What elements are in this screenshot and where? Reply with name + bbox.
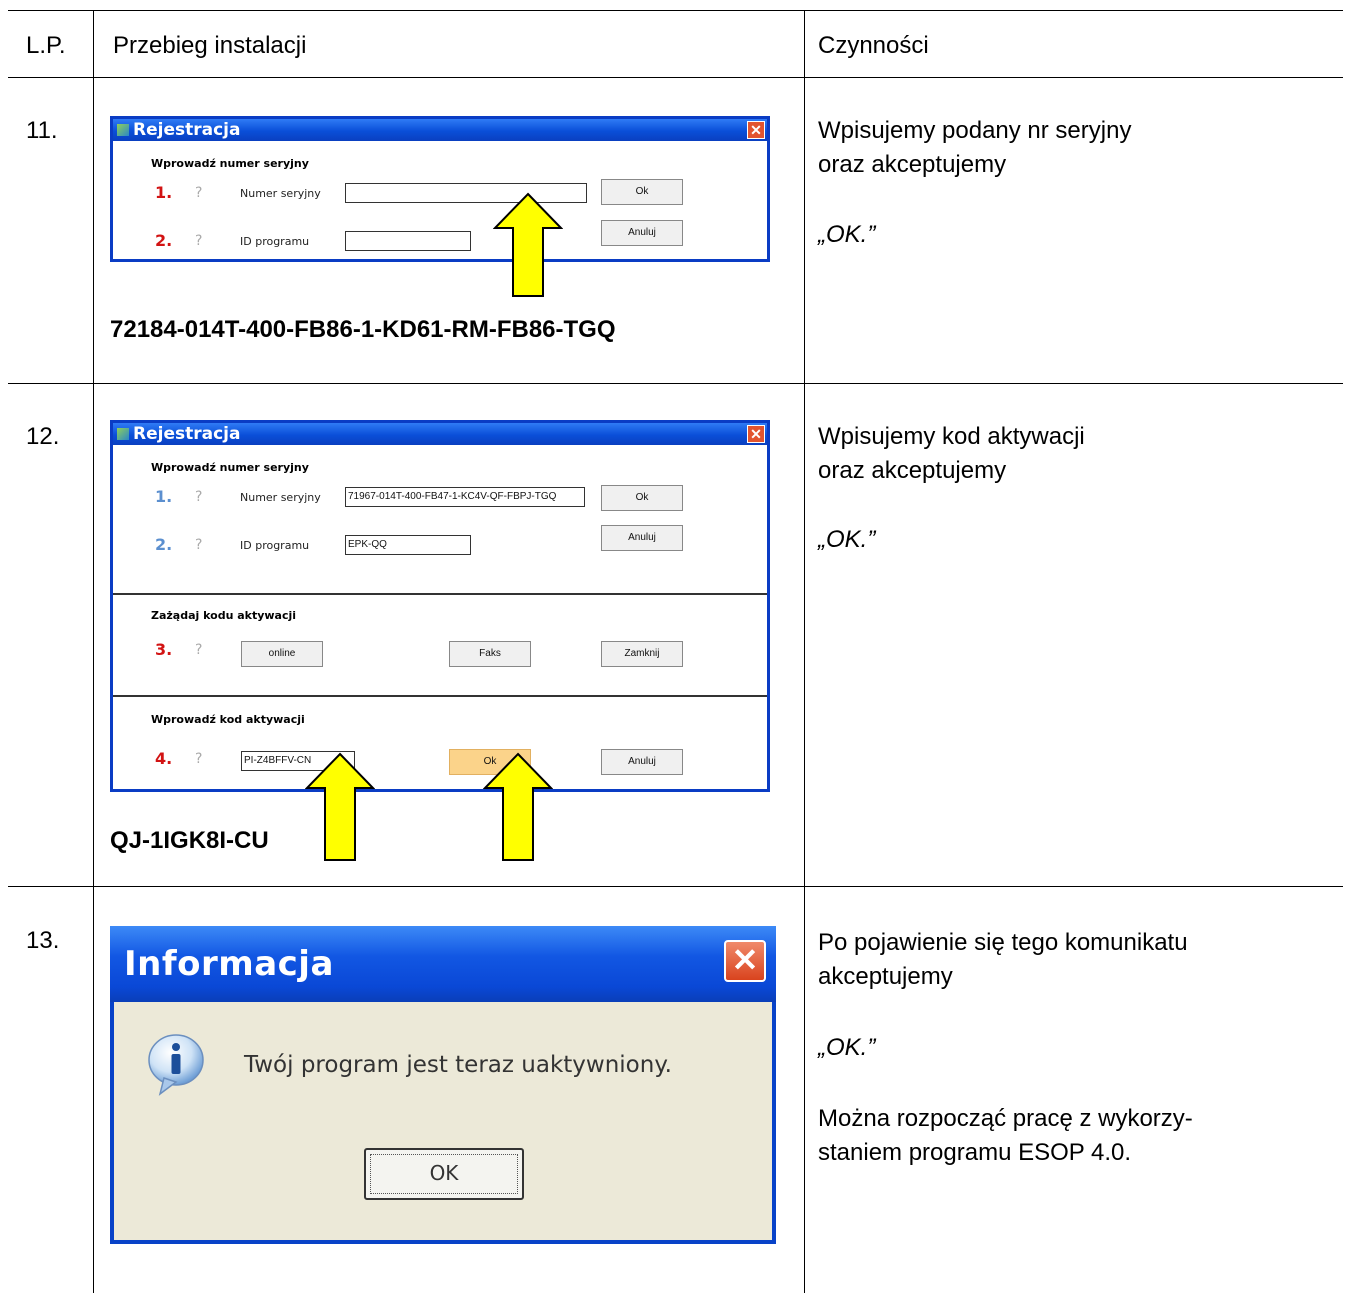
dialog-titlebar: Rejestracja ✕ xyxy=(113,423,767,445)
col-divider-2 xyxy=(804,10,805,1293)
close-icon[interactable]: ✕ xyxy=(747,121,765,139)
close-icon[interactable]: ✕ xyxy=(747,425,765,443)
ok-button[interactable]: Ok xyxy=(601,179,683,205)
id-label: ID programu xyxy=(240,235,310,248)
id-input[interactable] xyxy=(345,231,471,251)
help-icon[interactable]: ? xyxy=(195,642,202,658)
ok-button[interactable]: Ok xyxy=(601,485,683,511)
row-13-lp: 13. xyxy=(26,927,60,954)
row-13-action-line-2: akceptujemy xyxy=(818,963,953,990)
step-4-number: 4. xyxy=(155,749,173,768)
help-icon[interactable]: ? xyxy=(195,751,202,767)
close-icon[interactable]: ✕ xyxy=(724,940,766,982)
row-divider-11 xyxy=(8,383,1343,384)
activation-cancel-button[interactable]: Anuluj xyxy=(601,749,683,775)
serial-label: Numer seryjny xyxy=(240,491,321,504)
serial-label: Numer seryjny xyxy=(240,187,321,200)
online-button[interactable]: online xyxy=(241,641,323,667)
row-13-final-line-2: staniem programu ESOP 4.0. xyxy=(818,1139,1132,1166)
help-icon[interactable]: ? xyxy=(195,185,202,201)
row-11-lp: 11. xyxy=(26,117,58,144)
dialog-title: Rejestracja xyxy=(133,120,241,140)
dialog-title: Informacja xyxy=(124,944,334,984)
row-11-action-line-1: Wpisujemy podany nr seryjny xyxy=(818,117,1132,144)
arrow-up-icon xyxy=(493,192,563,297)
rejestracja-dialog-12: Rejestracja ✕ Wprowadź numer seryjny 1. … xyxy=(110,420,770,792)
row-12-action-line-2: oraz akceptujemy xyxy=(818,457,1007,484)
app-icon xyxy=(117,124,129,136)
help-icon[interactable]: ? xyxy=(195,233,202,249)
row-13-action-line-1: Po pojawienie się tego komunikatu xyxy=(818,929,1188,956)
arrow-up-icon xyxy=(483,752,553,861)
row-12-action-ok: „OK.” xyxy=(818,526,876,553)
serial-input[interactable]: 71967-014T-400-FB47-1-KC4V-QF-FBPJ-TGQ xyxy=(345,487,585,507)
help-icon[interactable]: ? xyxy=(195,537,202,553)
dialog-titlebar: Informacja ✕ xyxy=(110,926,776,1002)
step-2-number: 2. xyxy=(155,535,173,554)
table-border-top xyxy=(8,10,1343,11)
section-divider xyxy=(113,593,767,595)
header-lp: L.P. xyxy=(26,32,66,59)
dialog-title: Rejestracja xyxy=(133,424,241,444)
id-input[interactable]: EPK-QQ xyxy=(345,535,471,555)
dialog-titlebar: Rejestracja ✕ xyxy=(113,119,767,141)
section-divider xyxy=(113,695,767,697)
step-3-number: 3. xyxy=(155,640,173,659)
row-11-action-line-2: oraz akceptujemy xyxy=(818,151,1007,178)
row-12-lp: 12. xyxy=(26,423,60,450)
cancel-button[interactable]: Anuluj xyxy=(601,525,683,551)
row-12-action-line-1: Wpisujemy kod aktywacji xyxy=(818,423,1085,450)
step-1-number: 1. xyxy=(155,487,173,506)
activation-code-text: QJ-1IGK8I-CU xyxy=(110,827,269,854)
row-divider-12 xyxy=(8,886,1343,887)
section-activation-heading: Wprowadź kod aktywacji xyxy=(151,713,305,726)
section-serial-heading: Wprowadź numer seryjny xyxy=(151,157,309,170)
header-czynnosci: Czynności xyxy=(818,32,929,59)
close-button[interactable]: Zamknij xyxy=(601,641,683,667)
informacja-dialog: Informacja ✕ Twój program jest teraz uak… xyxy=(110,926,776,1244)
ok-button[interactable]: OK xyxy=(364,1148,524,1200)
fax-button[interactable]: Faks xyxy=(449,641,531,667)
row-13-final-line-1: Można rozpocząć pracę z wykorzy- xyxy=(818,1105,1193,1132)
info-message: Twój program jest teraz uaktywniony. xyxy=(244,1052,672,1078)
step-2-number: 2. xyxy=(155,231,173,250)
help-icon[interactable]: ? xyxy=(195,489,202,505)
header-divider xyxy=(8,77,1343,78)
col-divider-1 xyxy=(93,10,94,1293)
app-icon xyxy=(117,428,129,440)
step-1-number: 1. xyxy=(155,183,173,202)
section-serial-heading: Wprowadź numer seryjny xyxy=(151,461,309,474)
section-request-heading: Zażądaj kodu aktywacji xyxy=(151,609,297,622)
serial-code-text: 72184-014T-400-FB86-1-KD61-RM-FB86-TGQ xyxy=(110,316,616,343)
arrow-up-icon xyxy=(305,752,375,861)
focus-ring xyxy=(370,1154,518,1194)
cancel-button[interactable]: Anuluj xyxy=(601,220,683,246)
row-13-action-ok: „OK.” xyxy=(818,1034,876,1061)
row-11-action-ok: „OK.” xyxy=(818,221,876,248)
rejestracja-dialog-11: Rejestracja ✕ Wprowadź numer seryjny 1. … xyxy=(110,116,770,262)
id-label: ID programu xyxy=(240,539,310,552)
info-icon xyxy=(148,1034,204,1096)
header-przebieg: Przebieg instalacji xyxy=(113,32,307,59)
